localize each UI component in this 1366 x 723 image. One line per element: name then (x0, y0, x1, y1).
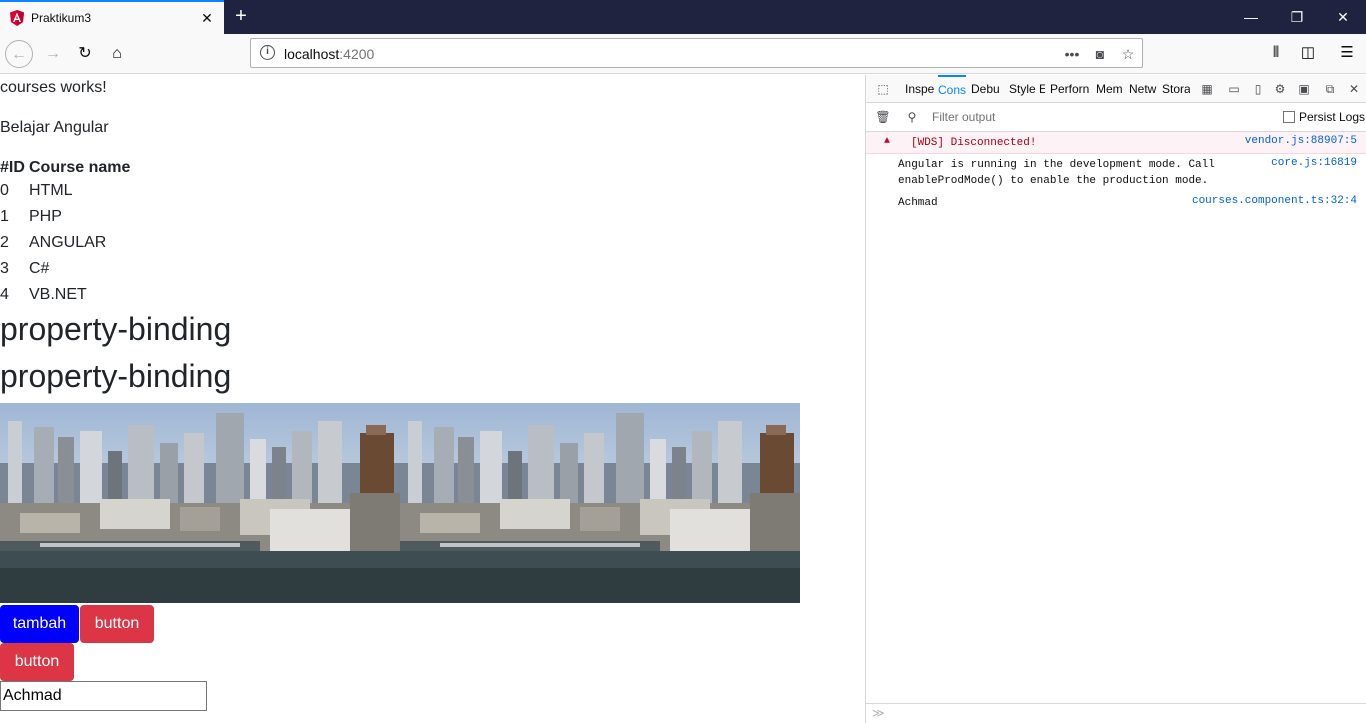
devtools-panel: ⬚ Inspe Cons Debu Style E Perforn Mem Ne… (865, 75, 1366, 723)
info-icon[interactable]: i (260, 45, 275, 60)
heading-property-binding-1: property-binding (0, 311, 232, 347)
angular-icon (10, 10, 24, 26)
filter-icon[interactable]: ⚲ (904, 109, 920, 125)
close-devtools-icon[interactable]: ✕ (1346, 81, 1362, 97)
cell-id: 2 (0, 234, 9, 251)
persist-logs-checkbox[interactable] (1283, 111, 1295, 123)
cell-id: 0 (0, 182, 9, 199)
url-text: localhost:4200 (284, 46, 375, 62)
page-actions-icon[interactable]: ••• (1061, 43, 1083, 65)
sidebar-icon[interactable]: ◫ (1297, 42, 1319, 64)
split-console-icon[interactable]: ▭ (1226, 81, 1242, 97)
table-row: 3 C# (0, 256, 130, 282)
console-message-source[interactable]: courses.component.ts:32:4 (1192, 195, 1357, 207)
console-message-text: [WDS] Disconnected! (911, 137, 1037, 149)
tab-console[interactable]: Cons (938, 75, 966, 103)
responsive-icon[interactable]: ▯ (1250, 81, 1266, 97)
tab-debugger[interactable]: Debu (971, 75, 1004, 103)
table-row: 1 PHP (0, 204, 130, 230)
restore-icon[interactable]: ❐ (1274, 0, 1320, 34)
table-row: 2 ANGULAR (0, 230, 130, 256)
close-tab-icon[interactable]: ✕ (198, 9, 216, 27)
bookmark-star-icon[interactable]: ☆ (1117, 43, 1139, 65)
devtools-toolbar: ⬚ Inspe Cons Debu Style E Perforn Mem Ne… (866, 75, 1366, 103)
minimize-icon[interactable]: — (1228, 0, 1274, 34)
close-window-icon[interactable]: ✕ (1320, 0, 1366, 34)
navigation-toolbar: ← → ↻ ⌂ i localhost:4200 ••• ◙ ☆ ⫴ ◫ ☰ (0, 34, 1366, 74)
table-row: 4 VB.NET (0, 282, 130, 308)
browser-titlebar: Praktikum3 ✕ + — ❐ ✕ (0, 0, 1366, 34)
trash-icon[interactable]: 🗑 (875, 109, 891, 125)
console-message-source[interactable]: vendor.js:88907:5 (1245, 135, 1357, 147)
console-message: Achmad courses.component.ts:32:4 (866, 194, 1366, 214)
browser-tab[interactable]: Praktikum3 ✕ (0, 0, 224, 34)
header-id: #ID (0, 159, 25, 176)
console-message: ▲ [WDS] Disconnected! vendor.js:88907:5 (866, 132, 1366, 154)
library-icon[interactable]: ⫴ (1265, 42, 1287, 64)
cell-course: PHP (29, 208, 62, 225)
danger-button-1[interactable]: button (80, 605, 154, 643)
cell-id: 1 (0, 208, 9, 225)
tambah-button[interactable]: tambah (0, 605, 79, 643)
chevron-right-icon: ≫ (872, 706, 885, 720)
cell-course: ANGULAR (29, 234, 107, 251)
heading-property-binding-2: property-binding (0, 358, 232, 394)
home-icon[interactable]: ⌂ (103, 40, 131, 68)
reload-icon[interactable]: ↻ (71, 40, 99, 68)
new-tab-icon[interactable]: + (231, 6, 251, 26)
console-message-source[interactable]: core.js:16819 (1271, 157, 1357, 169)
courses-works-text: courses works! (0, 79, 107, 96)
cell-id: 3 (0, 260, 9, 277)
tab-style-editor[interactable]: Style E (1009, 75, 1045, 103)
cell-course: HTML (29, 182, 73, 199)
header-course-name: Course name (29, 159, 131, 176)
settings-icon[interactable]: ⚙ (1272, 81, 1288, 97)
console-filter-bar: 🗑 ⚲ Filter output Persist Logs (866, 103, 1366, 132)
forward-icon[interactable]: → (39, 40, 67, 68)
page-content: courses works! Belajar Angular #ID Cours… (0, 75, 865, 723)
layout-icon[interactable]: ▦ (1199, 81, 1215, 97)
persist-logs-label: Persist Logs (1299, 110, 1366, 124)
back-icon[interactable]: ← (5, 40, 33, 68)
error-icon: ▲ (884, 136, 891, 147)
tab-network[interactable]: Netw (1129, 75, 1157, 103)
url-bar[interactable]: i localhost:4200 ••• ◙ ☆ (250, 38, 1143, 68)
filter-input[interactable]: Filter output (932, 110, 995, 124)
separate-window-icon[interactable]: ⧉ (1322, 81, 1338, 97)
tab-inspector[interactable]: Inspe (905, 75, 935, 103)
subtitle-text: Belajar Angular (0, 119, 109, 136)
menu-icon[interactable]: ☰ (1336, 42, 1358, 64)
table-header-row: #ID Course name (0, 158, 130, 178)
tab-performance[interactable]: Perforn (1050, 75, 1091, 103)
element-picker-icon[interactable]: ⬚ (875, 81, 891, 97)
cell-id: 4 (0, 286, 9, 303)
city-skyline-images (0, 403, 800, 603)
name-input[interactable] (0, 681, 207, 711)
console-message: Angular is running in the development mo… (866, 156, 1366, 192)
cell-course: VB.NET (29, 286, 87, 303)
cell-course: C# (29, 260, 50, 277)
console-input[interactable]: ≫ (866, 703, 1366, 723)
tab-title: Praktikum3 (31, 11, 92, 25)
console-message-text: Achmad (898, 197, 938, 209)
table-row: 0 HTML (0, 178, 130, 204)
tab-memory[interactable]: Mem (1096, 75, 1125, 103)
course-table: #ID Course name 0 HTML 1 PHP 2 ANGULAR 3… (0, 158, 130, 308)
danger-button-2[interactable]: button (0, 643, 74, 681)
tab-storage[interactable]: Stora (1162, 75, 1190, 103)
console-message-text: Angular is running in the development mo… (898, 159, 1215, 187)
pocket-icon[interactable]: ◙ (1089, 43, 1111, 65)
dock-icon[interactable]: ▣ (1296, 81, 1312, 97)
